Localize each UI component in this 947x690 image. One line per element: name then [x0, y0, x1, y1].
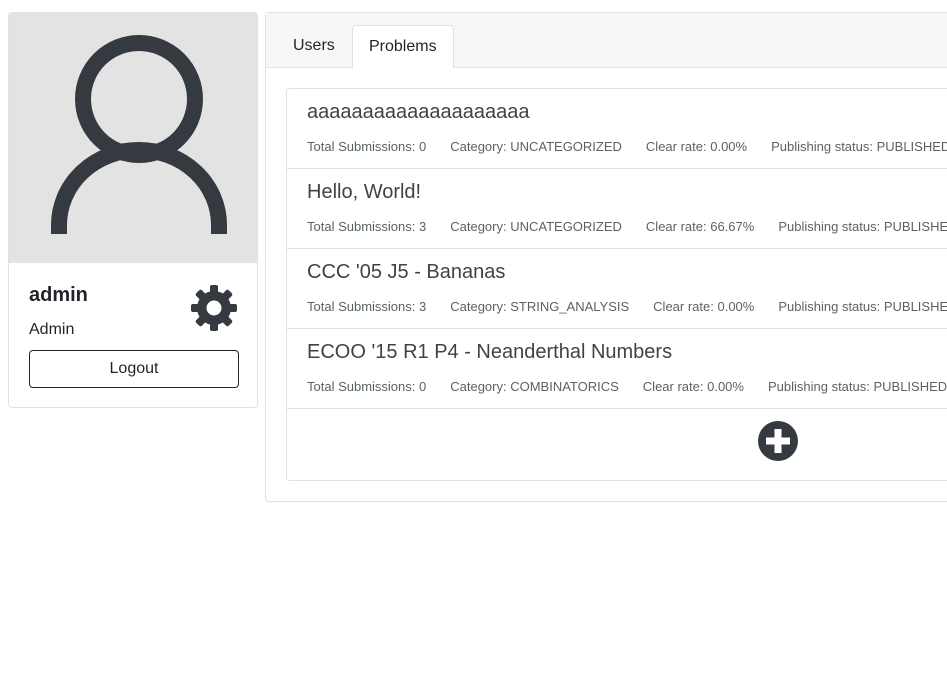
publishing-status: Publishing status: PUBLISHED [771, 139, 947, 154]
publishing-status: Publishing status: PUBLISHED [778, 299, 947, 314]
plus-circle-icon[interactable] [758, 421, 798, 461]
problem-item[interactable]: ECOO '15 R1 P4 - Neanderthal Numbers Tot… [287, 329, 947, 409]
problem-title: CCC '05 J5 - Bananas [307, 261, 506, 283]
total-submissions: Total Submissions: 0 [307, 139, 427, 154]
problem-category: Category: STRING_ANALYSIS [450, 299, 630, 314]
problem-category: Category: UNCATEGORIZED [450, 139, 622, 154]
logout-button[interactable]: Logout [29, 350, 239, 388]
clear-rate: Clear rate: 66.67% [645, 219, 755, 234]
publishing-status: Publishing status: PUBLISHED [778, 219, 947, 234]
main-panel: Users Problems aaaaaaaaaaaaaaaaaaaa Tota… [265, 12, 947, 502]
profile-body: admin Admin Logout [9, 263, 257, 388]
problem-meta: Total Submissions: 0 Category: COMBINATOR… [307, 379, 947, 394]
tab-problems[interactable]: Problems [352, 25, 454, 68]
problem-title: ECOO '15 R1 P4 - Neanderthal Numbers [307, 341, 673, 363]
problem-title: aaaaaaaaaaaaaaaaaaaa [307, 101, 530, 123]
gear-icon[interactable] [190, 284, 238, 332]
clear-rate: Clear rate: 0.00% [653, 299, 755, 314]
problem-title: Hello, World! [307, 181, 422, 203]
problem-category: Category: UNCATEGORIZED [450, 219, 622, 234]
user-avatar-icon [51, 35, 227, 234]
total-submissions: Total Submissions: 3 [307, 299, 427, 314]
problem-item[interactable]: CCC '05 J5 - Bananas Total Submissions: … [287, 249, 947, 329]
problem-meta: Total Submissions: 3 Category: UNCATEGORI… [307, 219, 947, 234]
problem-item[interactable]: Hello, World! Total Submissions: 3 Catego… [287, 169, 947, 249]
clear-rate: Clear rate: 0.00% [642, 379, 744, 394]
problem-item[interactable]: aaaaaaaaaaaaaaaaaaaa Total Submissions: … [287, 89, 947, 169]
publishing-status: Publishing status: PUBLISHED [767, 379, 947, 394]
total-submissions: Total Submissions: 3 [307, 219, 427, 234]
problem-meta: Total Submissions: 0 Category: UNCATEGORI… [307, 139, 947, 154]
add-problem-row [287, 409, 947, 481]
problem-list: aaaaaaaaaaaaaaaaaaaa Total Submissions: … [286, 88, 947, 481]
profile-card: admin Admin Logout [8, 12, 258, 408]
problem-category: Category: COMBINATORICS [450, 379, 619, 394]
tab-users[interactable]: Users [277, 25, 351, 67]
clear-rate: Clear rate: 0.00% [645, 139, 748, 154]
total-submissions: Total Submissions: 0 [307, 379, 427, 394]
avatar [9, 13, 257, 263]
tab-bar: Users Problems [266, 13, 947, 68]
problem-meta: Total Submissions: 3 Category: STRING_ANA… [307, 299, 947, 314]
